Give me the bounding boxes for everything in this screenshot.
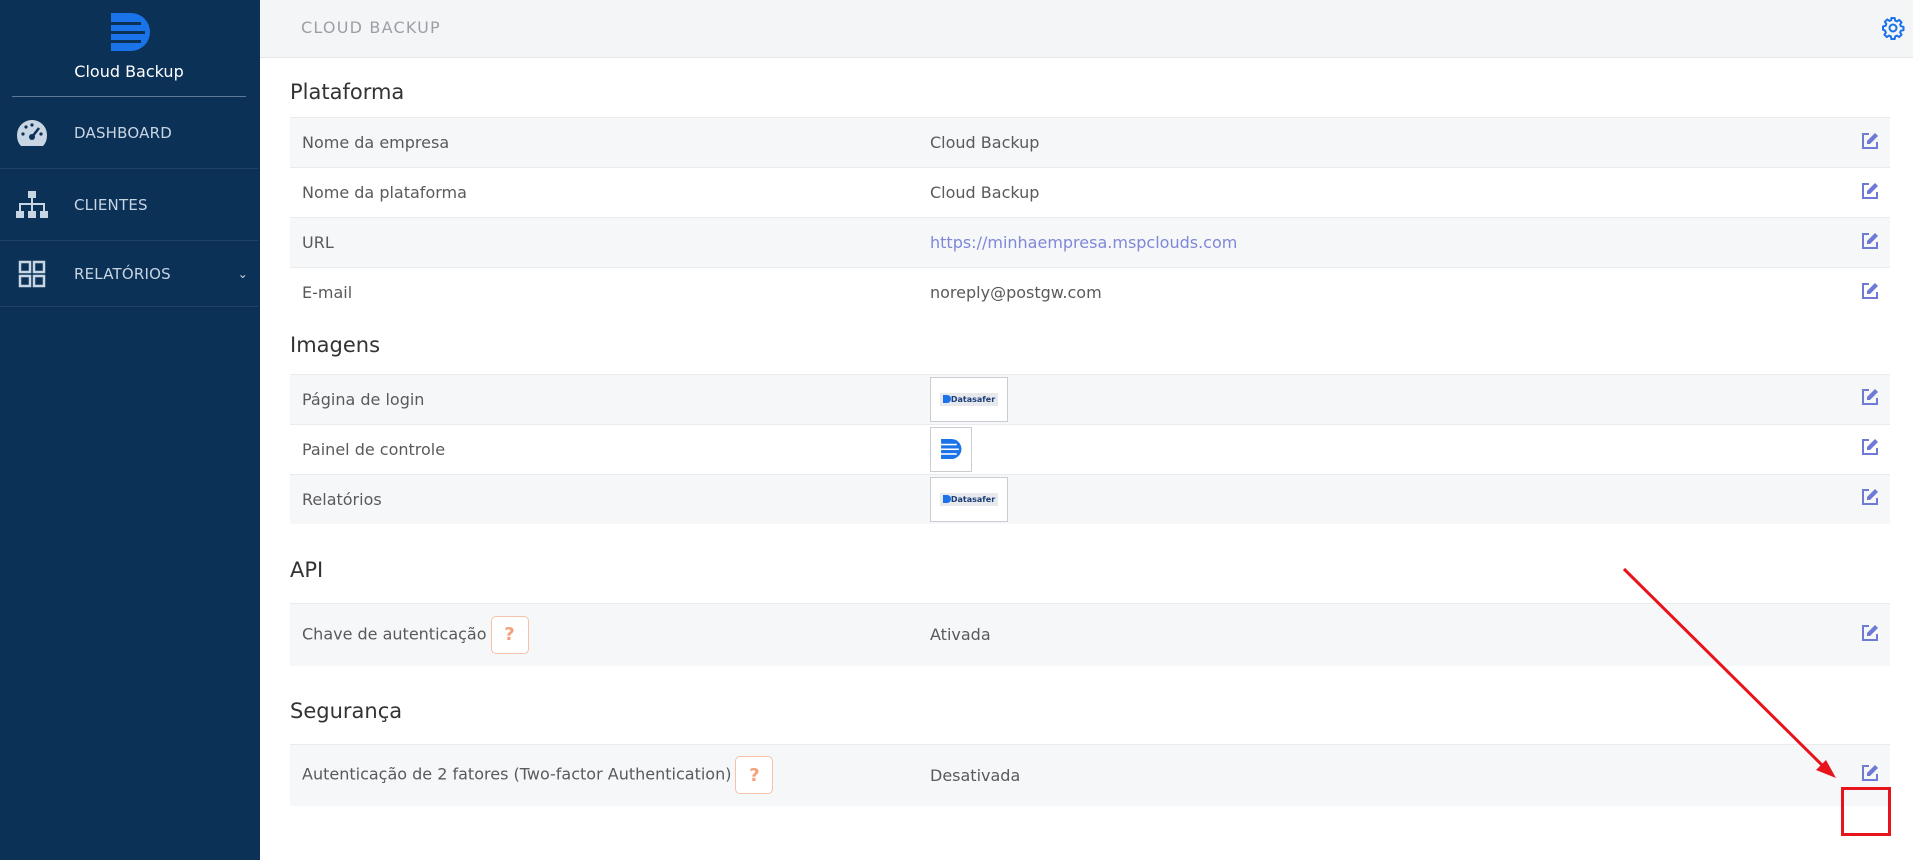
- sidebar-item-relatorios[interactable]: RELATÓRIOS ⌄: [0, 241, 258, 307]
- table-row: Nome da plataforma Cloud Backup: [290, 167, 1890, 218]
- sidebar-item-clientes[interactable]: CLIENTES: [0, 169, 258, 241]
- section-title-seguranca: Segurança: [290, 698, 403, 723]
- help-button[interactable]: ?: [490, 615, 529, 654]
- row-label: Chave de autenticação: [302, 624, 487, 644]
- row-value: Ativada: [930, 603, 1830, 666]
- sidebar-item-dashboard[interactable]: DASHBOARD: [0, 97, 258, 169]
- table-row: Chave de autenticação? Ativada: [290, 603, 1890, 666]
- chevron-down-icon[interactable]: ⌄: [238, 267, 248, 281]
- table-row: URL https://minhaempresa.mspclouds.com: [290, 217, 1890, 268]
- main-content: Plataforma Nome da empresa Cloud Backup …: [290, 58, 1890, 806]
- annotation-highlight-box: [1841, 787, 1891, 836]
- datasafer-logo: Datasafer: [939, 392, 999, 406]
- logo-text: Datasafer: [950, 394, 996, 404]
- brand[interactable]: Cloud Backup: [12, 0, 246, 97]
- row-label: Página de login: [290, 373, 930, 424]
- edit-icon[interactable]: [1860, 763, 1880, 783]
- table-row: Página de login Datasafer: [290, 373, 1890, 424]
- edit-icon[interactable]: [1860, 487, 1880, 507]
- sitemap-icon: [14, 187, 50, 223]
- grid-icon: [14, 256, 50, 292]
- speedometer-icon: [14, 115, 50, 151]
- dashboard-logo-image[interactable]: [930, 426, 972, 472]
- api-table: Chave de autenticação? Ativada: [290, 603, 1890, 666]
- row-label: Autenticação de 2 fatores (Two-factor Au…: [302, 764, 732, 784]
- row-value: Cloud Backup: [930, 167, 1830, 218]
- edit-icon[interactable]: [1860, 131, 1880, 151]
- table-row: Nome da empresa Cloud Backup: [290, 117, 1890, 168]
- plataforma-table: Nome da empresa Cloud Backup Nome da pla…: [290, 117, 1890, 318]
- brand-logo-icon: [941, 439, 962, 459]
- edit-icon[interactable]: [1860, 623, 1880, 643]
- row-value: Cloud Backup: [930, 117, 1830, 168]
- sidebar-item-label: DASHBOARD: [74, 123, 172, 142]
- edit-icon[interactable]: [1860, 437, 1880, 457]
- row-label: E-mail: [290, 267, 930, 318]
- section-title-imagens: Imagens: [290, 332, 381, 357]
- help-button[interactable]: ?: [735, 756, 774, 795]
- table-row: E-mail noreply@postgw.com: [290, 267, 1890, 318]
- table-row: Autenticação de 2 fatores (Two-factor Au…: [290, 743, 1890, 806]
- imagens-table: Página de login Datasafer Painel de cont…: [290, 373, 1890, 524]
- row-value: noreply@postgw.com: [930, 267, 1830, 318]
- edit-icon[interactable]: [1860, 181, 1880, 201]
- sidebar-item-label: RELATÓRIOS: [74, 264, 171, 283]
- row-value: Desativada: [930, 743, 1830, 806]
- row-label: Relatórios: [290, 473, 930, 524]
- url-link[interactable]: https://minhaempresa.mspclouds.com: [930, 233, 1237, 252]
- seguranca-table: Autenticação de 2 fatores (Two-factor Au…: [290, 743, 1890, 806]
- brand-name: Cloud Backup: [74, 62, 184, 81]
- section-title-plataforma: Plataforma: [290, 80, 405, 104]
- row-label: Painel de controle: [290, 423, 930, 474]
- gear-icon[interactable]: [1881, 16, 1905, 40]
- topbar: CLOUD BACKUP: [260, 0, 1913, 58]
- sidebar: Cloud Backup DASHBOARD CLIENTES RELATÓRI…: [0, 0, 260, 860]
- row-label: URL: [290, 217, 930, 268]
- edit-icon[interactable]: [1860, 281, 1880, 301]
- sidebar-item-label: CLIENTES: [74, 195, 148, 214]
- page-title: CLOUD BACKUP: [301, 18, 441, 37]
- datasafer-logo: Datasafer: [939, 492, 999, 506]
- reports-logo-image[interactable]: Datasafer: [930, 476, 1008, 522]
- edit-icon[interactable]: [1860, 231, 1880, 251]
- table-row: Relatórios Datasafer: [290, 473, 1890, 524]
- row-label: Nome da empresa: [290, 117, 930, 168]
- row-label: Nome da plataforma: [290, 167, 930, 218]
- edit-icon[interactable]: [1860, 387, 1880, 407]
- section-title-api: API: [290, 558, 324, 582]
- logo-text: Datasafer: [950, 494, 996, 504]
- login-logo-image[interactable]: Datasafer: [930, 376, 1008, 422]
- table-row: Painel de controle: [290, 423, 1890, 474]
- brand-logo-icon: [111, 13, 150, 51]
